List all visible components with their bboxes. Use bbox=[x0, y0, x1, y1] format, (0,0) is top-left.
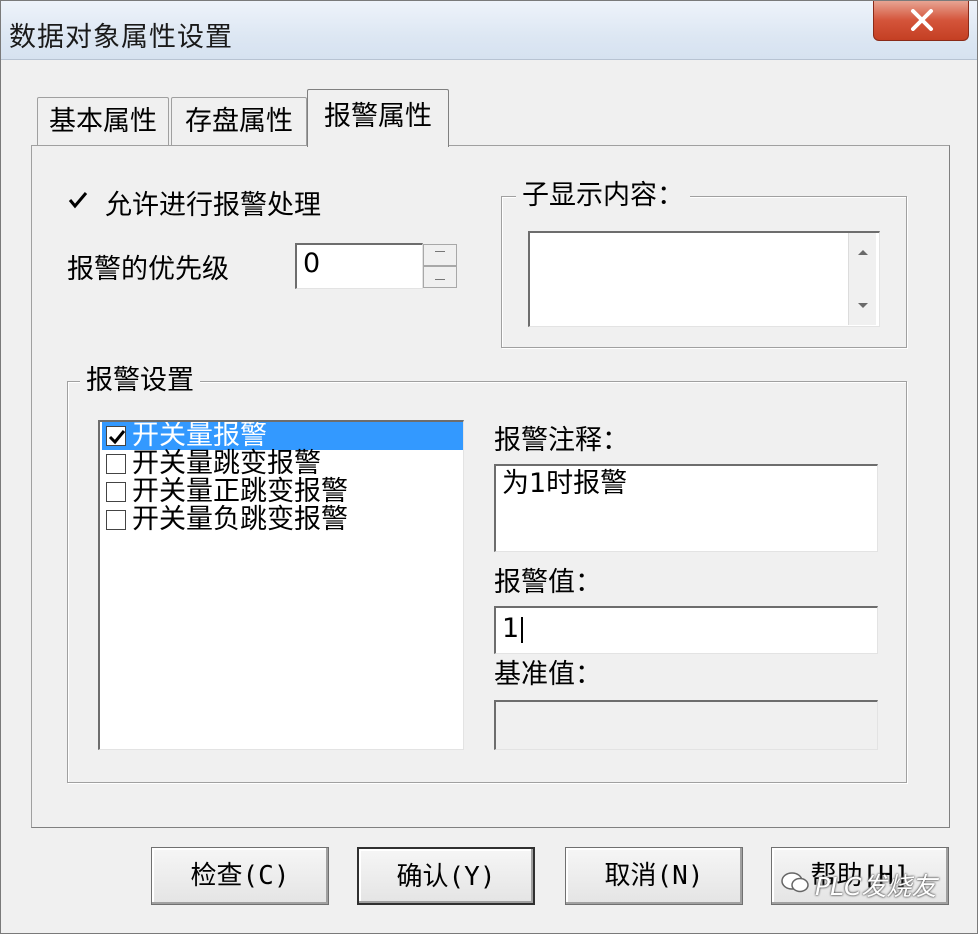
tab-storage-properties[interactable]: 存盘属性 bbox=[171, 97, 307, 145]
dialog-window: 数据对象属性设置 基本属性 存盘属性 报警属性 允许进行报警处理 报警的优先级 … bbox=[0, 0, 978, 934]
tab-alarm-properties[interactable]: 报警属性 bbox=[307, 89, 449, 147]
sub-display-scrollbar[interactable] bbox=[848, 233, 876, 325]
alarm-type-label: 开关量报警 bbox=[132, 420, 267, 451]
sub-display-group-title: 子显示内容： bbox=[516, 181, 690, 211]
list-item[interactable]: 开关量负跳变报警 bbox=[102, 504, 463, 535]
tab-label: 存盘属性 bbox=[185, 106, 293, 137]
priority-label: 报警的优先级 bbox=[67, 254, 229, 285]
alarm-type-checkbox[interactable] bbox=[106, 454, 126, 474]
list-item[interactable]: 开关量正跳变报警 bbox=[102, 476, 463, 507]
chat-bubble-icon bbox=[781, 872, 809, 893]
list-item[interactable]: 开关量跳变报警 bbox=[102, 448, 463, 479]
sub-display-textarea[interactable] bbox=[528, 231, 880, 327]
tab-label: 基本属性 bbox=[49, 106, 157, 137]
close-icon bbox=[911, 9, 933, 31]
spin-down-button[interactable] bbox=[423, 266, 457, 288]
tab-label: 报警属性 bbox=[324, 101, 432, 132]
alarm-settings-group: 报警设置 开关量报警 开关量跳变报警 开关量正跳变报警 开关量负跳变报警 报警注… bbox=[67, 366, 907, 783]
check-button[interactable]: 检查(C) bbox=[151, 847, 329, 905]
alarm-comment-value: 为1时报警 bbox=[502, 468, 628, 499]
alarm-value-label: 报警值： bbox=[494, 567, 602, 598]
sub-display-group: 子显示内容： bbox=[501, 181, 907, 348]
watermark-text: PLC发烧友 bbox=[815, 872, 937, 901]
spin-up-button[interactable] bbox=[423, 244, 457, 266]
title-bar[interactable]: 数据对象属性设置 bbox=[1, 1, 977, 60]
allow-alarm-checkbox[interactable] bbox=[67, 189, 88, 209]
priority-value: 0 bbox=[303, 248, 321, 279]
confirm-button[interactable]: 确认(Y) bbox=[357, 847, 535, 905]
spin-up-icon bbox=[435, 251, 445, 252]
scroll-up-arrow-icon[interactable] bbox=[849, 243, 877, 263]
base-value-input[interactable] bbox=[494, 700, 878, 750]
tab-basic-properties[interactable]: 基本属性 bbox=[37, 97, 169, 145]
alarm-comment-input[interactable]: 为1时报警 bbox=[494, 464, 878, 552]
alarm-type-checkbox[interactable] bbox=[106, 510, 126, 530]
alarm-type-label: 开关量负跳变报警 bbox=[132, 504, 348, 535]
alarm-comment-label: 报警注释： bbox=[494, 425, 629, 456]
base-value-label: 基准值： bbox=[494, 659, 602, 690]
cancel-button[interactable]: 取消(N) bbox=[565, 847, 743, 905]
alarm-value: 1 bbox=[502, 613, 520, 644]
spin-down-icon bbox=[435, 279, 445, 280]
alarm-type-checkbox[interactable] bbox=[106, 482, 126, 502]
checkmark-icon bbox=[68, 192, 88, 209]
priority-input[interactable]: 0 bbox=[295, 243, 423, 289]
close-button[interactable] bbox=[873, 1, 969, 41]
alarm-type-list[interactable]: 开关量报警 开关量跳变报警 开关量正跳变报警 开关量负跳变报警 bbox=[98, 420, 464, 750]
alarm-type-checkbox[interactable] bbox=[106, 426, 126, 446]
window-title: 数据对象属性设置 bbox=[9, 22, 233, 53]
checkmark-icon bbox=[108, 430, 126, 445]
allow-alarm-label[interactable]: 允许进行报警处理 bbox=[105, 183, 321, 222]
alarm-type-label: 开关量跳变报警 bbox=[132, 448, 321, 479]
list-item[interactable]: 开关量报警 bbox=[102, 420, 463, 451]
alarm-settings-title: 报警设置 bbox=[80, 366, 200, 396]
text-cursor bbox=[521, 616, 524, 643]
alarm-value-input[interactable]: 1 bbox=[494, 606, 878, 654]
alarm-type-label: 开关量正跳变报警 bbox=[132, 476, 348, 507]
scroll-down-arrow-icon[interactable] bbox=[849, 295, 877, 315]
